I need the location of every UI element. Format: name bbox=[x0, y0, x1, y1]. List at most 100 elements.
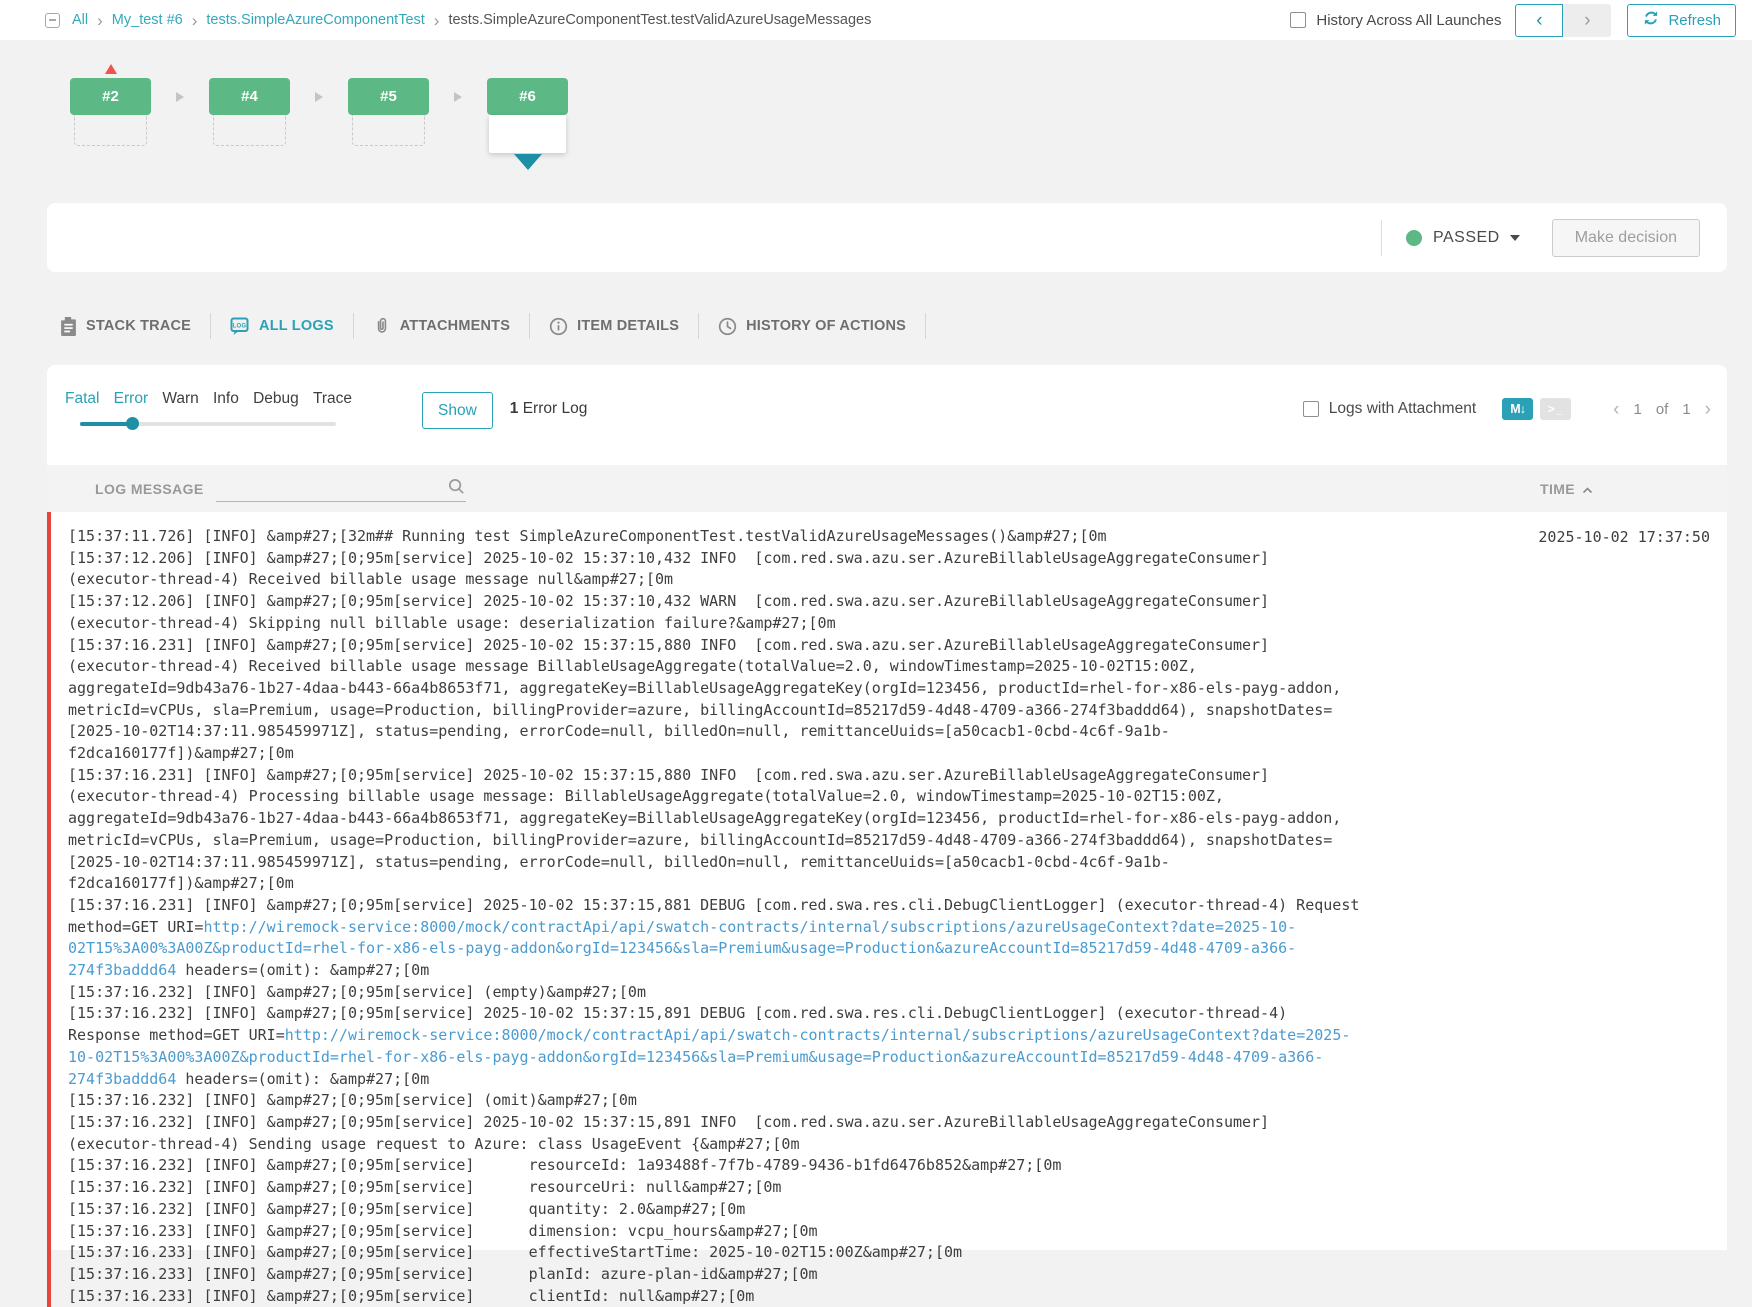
log-text-segment: [15:37:16.233] [INFO] &amp#27;[0;95m[ser… bbox=[68, 1221, 818, 1240]
page-prev-icon[interactable]: ‹ bbox=[1613, 400, 1619, 419]
log-level-error[interactable]: Error bbox=[114, 390, 148, 408]
time-header[interactable]: TIME bbox=[1540, 481, 1593, 497]
tab-label: ALL LOGS bbox=[259, 318, 334, 334]
history-item: #6 bbox=[487, 78, 568, 170]
breadcrumb-separator-icon: › bbox=[97, 10, 103, 30]
log-line: [15:37:12.206] [INFO] &amp#27;[0;95m[ser… bbox=[68, 591, 1363, 634]
page-current: 1 bbox=[1633, 400, 1642, 418]
page-of-label: of bbox=[1655, 400, 1669, 418]
make-decision-button[interactable]: Make decision bbox=[1551, 218, 1700, 257]
tab-stack-trace[interactable]: STACK TRACE bbox=[47, 316, 210, 336]
tab-label: HISTORY OF ACTIONS bbox=[746, 318, 907, 334]
log-level-warn[interactable]: Warn bbox=[162, 390, 198, 408]
svg-text:LOG: LOG bbox=[233, 323, 247, 329]
history-separator bbox=[429, 78, 487, 153]
chevron-left-icon: ‹ bbox=[1536, 9, 1543, 31]
history-selected-box bbox=[489, 115, 566, 153]
log-level-trace[interactable]: Trace bbox=[313, 390, 352, 408]
history-badge-2[interactable]: #2 bbox=[70, 78, 151, 115]
history-badge-5[interactable]: #5 bbox=[348, 78, 429, 115]
prev-item-button[interactable]: ‹ bbox=[1515, 3, 1564, 37]
history-item: #4 bbox=[209, 78, 290, 153]
show-button[interactable]: Show bbox=[422, 392, 493, 429]
tab-all-logs[interactable]: LOG ALL LOGS bbox=[211, 317, 353, 336]
refresh-icon bbox=[1642, 9, 1660, 31]
clipboard-icon bbox=[60, 316, 77, 336]
log-entry-row[interactable]: [15:37:11.726] [INFO] &amp#27;[32m## Run… bbox=[47, 512, 1727, 1307]
log-line: [15:37:16.232] [INFO] &amp#27;[0;95m[ser… bbox=[68, 1090, 1363, 1112]
pagination: ‹ 1 of 1 › bbox=[1613, 400, 1711, 419]
log-line: [15:37:16.232] [INFO] &amp#27;[0;95m[ser… bbox=[68, 1155, 1363, 1177]
history-badge-6[interactable]: #6 bbox=[487, 78, 568, 115]
next-item-button[interactable]: › bbox=[1563, 3, 1612, 37]
history-across-checkbox[interactable] bbox=[1290, 12, 1307, 28]
log-level-filter: Fatal Error Warn Info Debug Trace bbox=[65, 390, 352, 430]
arrow-right-icon bbox=[315, 92, 323, 102]
log-line: [15:37:12.206] [INFO] &amp#27;[0;95m[ser… bbox=[68, 548, 1363, 591]
tab-label: ATTACHMENTS bbox=[399, 318, 511, 334]
log-line: [15:37:11.726] [INFO] &amp#27;[32m## Run… bbox=[68, 526, 1363, 548]
history-item: #2 bbox=[70, 64, 151, 153]
breadcrumb-item: tests.SimpleAzureComponentTest.testValid… bbox=[448, 12, 872, 28]
tab-item-details[interactable]: ITEM DETAILS bbox=[530, 317, 698, 336]
slider-handle[interactable] bbox=[126, 417, 139, 430]
breadcrumb-item[interactable]: tests.SimpleAzureComponentTest bbox=[206, 12, 424, 28]
slider-fill bbox=[80, 422, 132, 426]
page-next-icon[interactable]: › bbox=[1705, 400, 1711, 419]
top-bar: All › My_test #6 › tests.SimpleAzureComponen… bbox=[0, 0, 1752, 40]
failed-marker-icon bbox=[104, 64, 117, 74]
log-level-slider[interactable] bbox=[80, 417, 336, 430]
history-badge-4[interactable]: #4 bbox=[209, 78, 290, 115]
log-text-segment: [15:37:16.231] [INFO] &amp#27;[0;95m[ser… bbox=[68, 765, 1351, 893]
status-divider bbox=[1380, 219, 1382, 256]
passed-status-dot-icon bbox=[1405, 229, 1422, 246]
breadcrumb-item[interactable]: All bbox=[72, 12, 88, 28]
tab-attachments[interactable]: ATTACHMENTS bbox=[354, 316, 529, 336]
breadcrumb-item[interactable]: My_test #6 bbox=[112, 12, 183, 28]
log-text-segment: [15:37:16.232] [INFO] &amp#27;[0;95m[ser… bbox=[68, 1112, 1279, 1153]
tab-divider bbox=[925, 313, 927, 339]
markdown-view-toggle[interactable]: M↓ bbox=[1502, 398, 1534, 420]
log-line: [15:37:16.233] [INFO] &amp#27;[0;95m[ser… bbox=[68, 1286, 1363, 1307]
log-text-segment: [15:37:16.233] [INFO] &amp#27;[0;95m[ser… bbox=[68, 1286, 755, 1305]
console-view-toggle[interactable]: >_ bbox=[1540, 398, 1572, 420]
execution-history-track: #2 #4 #5 #6 bbox=[70, 64, 568, 170]
info-icon bbox=[549, 317, 568, 336]
log-filter-bar: Fatal Error Warn Info Debug Trace Show 1 Erro… bbox=[47, 365, 1727, 465]
tab-history-of-actions[interactable]: HISTORY OF ACTIONS bbox=[699, 317, 925, 336]
breadcrumb-collapse-toggle[interactable] bbox=[45, 12, 60, 28]
status-dropdown[interactable]: PASSED bbox=[1405, 228, 1520, 247]
page-total: 1 bbox=[1682, 400, 1691, 418]
log-text-segment: [15:37:12.206] [INFO] &amp#27;[0;95m[ser… bbox=[68, 548, 1279, 589]
caret-down-icon bbox=[1509, 234, 1520, 241]
history-across-label: History Across All Launches bbox=[1316, 11, 1502, 29]
log-line: [15:37:16.232] [INFO] &amp#27;[0;95m[ser… bbox=[68, 1112, 1363, 1155]
paperclip-icon bbox=[373, 316, 391, 336]
minus-icon bbox=[49, 19, 56, 21]
status-label: PASSED bbox=[1432, 228, 1500, 246]
log-line: [15:37:16.232] [INFO] &amp#27;[0;95m[ser… bbox=[68, 1177, 1363, 1199]
error-log-count-label: Error Log bbox=[518, 400, 588, 417]
log-message-header: LOG MESSAGE bbox=[95, 480, 204, 497]
tab-label: STACK TRACE bbox=[86, 318, 192, 334]
log-text-segment: [15:37:16.233] [INFO] &amp#27;[0;95m[ser… bbox=[68, 1243, 963, 1262]
logs-with-attachment-label: Logs with Attachment bbox=[1328, 400, 1477, 417]
log-level-info[interactable]: Info bbox=[213, 390, 239, 408]
refresh-button[interactable]: Refresh bbox=[1627, 3, 1736, 37]
log-message-filter-input[interactable] bbox=[215, 476, 466, 502]
log-level-fatal[interactable]: Fatal bbox=[65, 390, 99, 408]
log-line: [15:37:16.233] [INFO] &amp#27;[0;95m[ser… bbox=[68, 1242, 1363, 1264]
logs-with-attachment-checkbox[interactable] bbox=[1302, 401, 1319, 417]
tab-label: ITEM DETAILS bbox=[577, 318, 680, 334]
log-text-segment: [15:37:16.233] [INFO] &amp#27;[0;95m[ser… bbox=[68, 1264, 818, 1283]
log-text-segment: [15:37:16.232] [INFO] &amp#27;[0;95m[ser… bbox=[68, 1091, 637, 1110]
filter-bar-right: Logs with Attachment M↓ >_ ‹ 1 of 1 › bbox=[1302, 398, 1711, 420]
log-text-segment: headers=(omit): &amp#27;[0m bbox=[176, 1069, 430, 1088]
log-line: [15:37:16.233] [INFO] &amp#27;[0;95m[ser… bbox=[68, 1264, 1363, 1286]
log-text-segment: [15:37:16.232] [INFO] &amp#27;[0;95m[ser… bbox=[68, 1156, 1062, 1175]
time-header-label: TIME bbox=[1540, 480, 1576, 497]
search-icon bbox=[447, 477, 466, 501]
log-level-debug[interactable]: Debug bbox=[253, 390, 299, 408]
log-line: [15:37:16.233] [INFO] &amp#27;[0;95m[ser… bbox=[68, 1221, 1363, 1243]
log-line: [15:37:16.232] [INFO] &amp#27;[0;95m[ser… bbox=[68, 982, 1363, 1004]
